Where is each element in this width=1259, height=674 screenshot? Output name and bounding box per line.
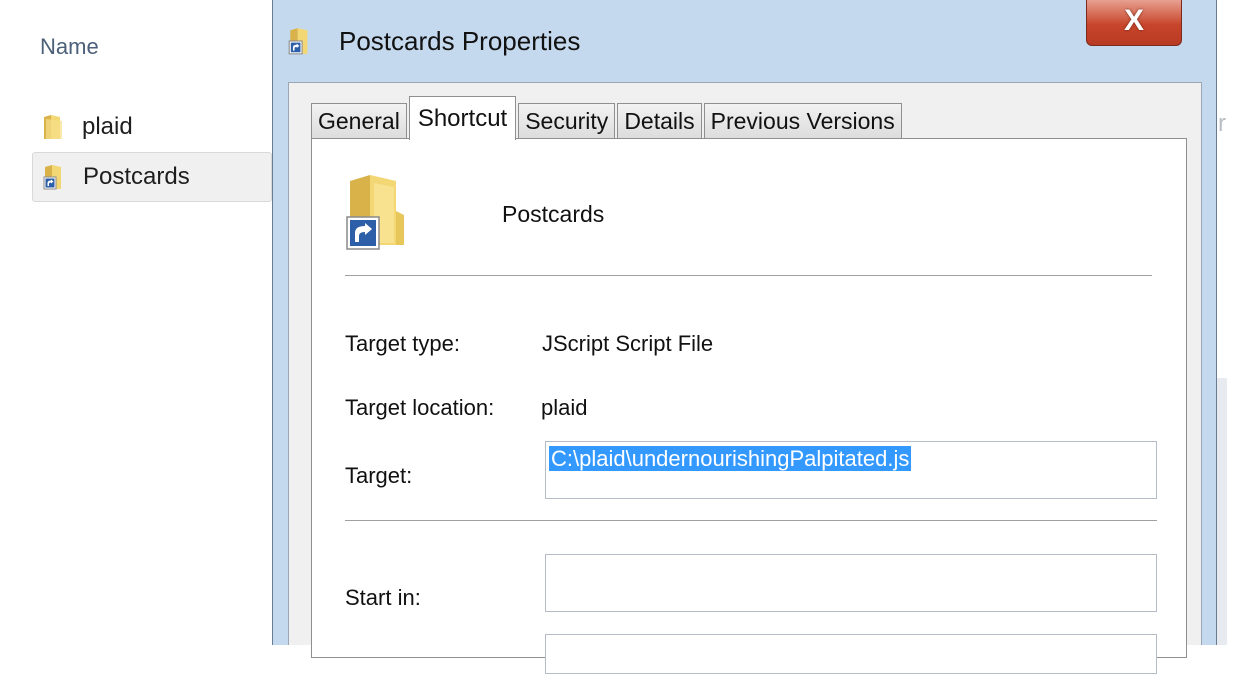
tab-shortcut[interactable]: Shortcut xyxy=(408,96,517,140)
tab-details[interactable]: Details xyxy=(617,103,702,139)
shortcut-key-input[interactable] xyxy=(545,634,1157,674)
tab-security[interactable]: Security xyxy=(518,103,616,139)
file-item-postcards[interactable]: Postcards xyxy=(32,152,272,202)
start-in-label: Start in: xyxy=(345,585,421,610)
tab-general[interactable]: General xyxy=(311,103,407,139)
target-location-value: plaid xyxy=(541,395,588,420)
partial-column-text: r xyxy=(1218,110,1226,137)
dialog-client-area: General Shortcut Security Details Previo… xyxy=(288,82,1202,674)
folder-icon xyxy=(42,113,68,141)
file-name: Postcards xyxy=(83,163,190,190)
explorer-right-edge: r xyxy=(1217,0,1259,645)
target-input[interactable]: C:\plaid\undernourishingPalpitated.js xyxy=(545,441,1157,499)
title-bar[interactable]: Postcards Properties X xyxy=(273,0,1216,84)
target-type-label: Target type: xyxy=(345,331,460,356)
column-header-name[interactable]: Name xyxy=(40,34,99,60)
start-in-input[interactable] xyxy=(545,554,1157,612)
folder-shortcut-icon xyxy=(43,163,69,191)
divider xyxy=(345,275,1152,276)
close-icon: X xyxy=(1123,3,1144,37)
divider xyxy=(345,520,1157,521)
scrollbar[interactable] xyxy=(1217,378,1227,645)
shortcut-tab-panel: Postcards Target type: JScript Script Fi… xyxy=(311,138,1187,674)
target-location-label: Target location: xyxy=(345,395,495,420)
properties-dialog: Postcards Properties X General Shortcut … xyxy=(272,0,1217,674)
target-type-value: JScript Script File xyxy=(542,331,714,356)
file-name: plaid xyxy=(82,113,133,140)
close-button[interactable]: X xyxy=(1086,0,1182,46)
tab-previous-versions[interactable]: Previous Versions xyxy=(703,103,902,139)
folder-shortcut-icon xyxy=(344,171,416,255)
folder-shortcut-icon xyxy=(287,26,315,56)
target-label: Target: xyxy=(345,463,413,488)
target-input-selected-text: C:\plaid\undernourishingPalpitated.js xyxy=(549,446,912,471)
tab-strip: General Shortcut Security Details Previo… xyxy=(311,95,904,140)
dialog-title: Postcards Properties xyxy=(339,26,581,56)
file-item-plaid[interactable]: plaid xyxy=(32,102,272,152)
shortcut-name: Postcards xyxy=(502,201,605,227)
